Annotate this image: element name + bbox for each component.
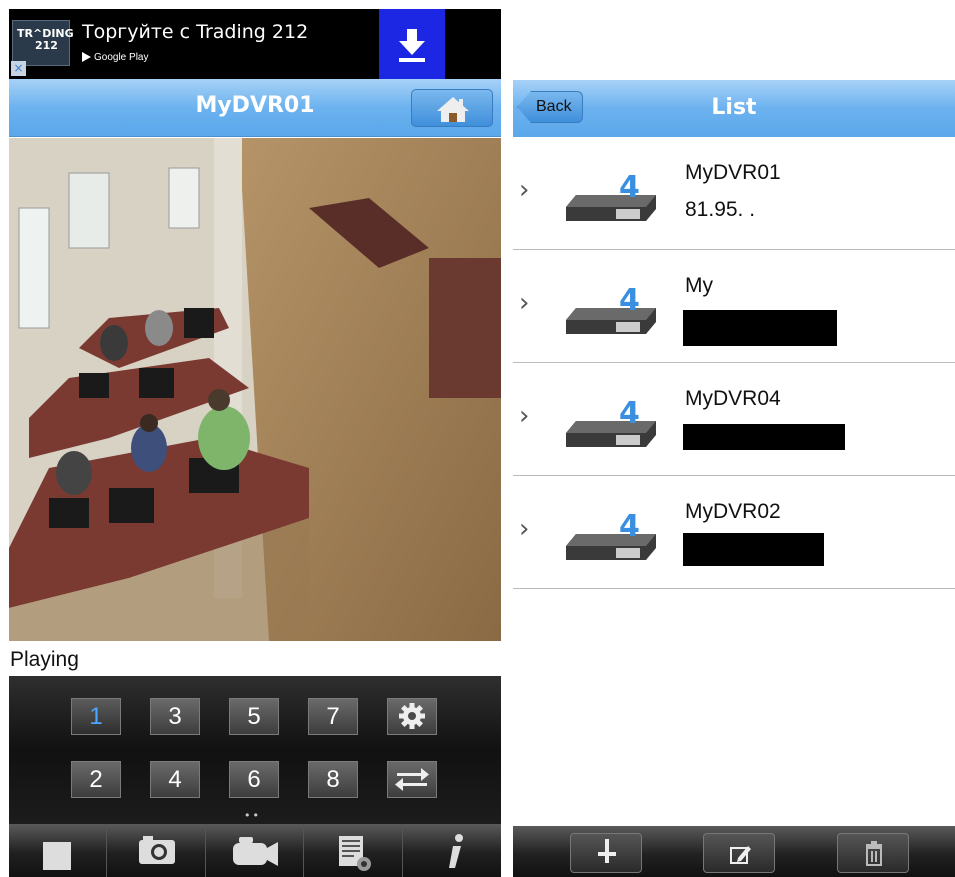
- ad-close-icon[interactable]: ×: [11, 61, 26, 76]
- settings-button[interactable]: [387, 698, 437, 735]
- channel-control-panel: 1 3 5 7 2 4 6 8 ••: [9, 676, 501, 824]
- channel-4-button[interactable]: 4: [150, 761, 200, 798]
- device-list-item[interactable]: › 4 MyDVR04: [513, 363, 955, 476]
- settings-list-icon: [339, 836, 371, 871]
- device-name: MyDVR01: [685, 161, 781, 184]
- config-list-button[interactable]: [304, 824, 403, 877]
- live-view-screen: TR^DING 212 × Торгуйте с Trading 212 Goo…: [9, 9, 501, 877]
- page-indicator: ••: [244, 809, 261, 822]
- chevron-right-icon: ›: [519, 175, 530, 205]
- playback-status: Playing: [10, 648, 79, 671]
- redacted-address: [683, 533, 824, 566]
- ad-download-button[interactable]: [379, 9, 445, 79]
- dvr-device-icon: 4: [566, 283, 656, 334]
- device-list-item[interactable]: › 4 MyDVR01 81.95. .: [513, 137, 955, 250]
- device-name: MyDVR04: [685, 387, 781, 410]
- home-icon: [437, 97, 469, 122]
- device-list-screen: Back List › 4 MyDVR01 81.95. . › 4 My ›: [513, 80, 955, 877]
- home-button[interactable]: [411, 89, 493, 127]
- device-name: My: [685, 274, 713, 297]
- channel-1-button[interactable]: 1: [71, 698, 121, 735]
- dvr-device-icon: 4: [566, 509, 656, 560]
- gear-icon: [399, 703, 425, 729]
- record-button[interactable]: [206, 824, 304, 877]
- chevron-right-icon: ›: [519, 514, 530, 544]
- edit-device-button[interactable]: [703, 833, 775, 873]
- swap-button[interactable]: [387, 761, 437, 798]
- trading212-logo: TR^DING 212: [12, 20, 74, 66]
- svg-text:4: 4: [619, 396, 640, 431]
- redacted-address: [683, 310, 837, 346]
- channel-6-button[interactable]: 6: [229, 761, 279, 798]
- dvr-device-icon: 4: [566, 396, 656, 447]
- camera-icon: [139, 836, 175, 864]
- device-address: 81.95. .: [685, 198, 756, 221]
- snapshot-button[interactable]: [107, 824, 206, 877]
- delete-device-button[interactable]: [837, 833, 909, 873]
- info-button[interactable]: [403, 824, 501, 877]
- plus-icon: [598, 839, 616, 863]
- live-view-toolbar: [9, 824, 501, 877]
- device-list-item[interactable]: › 4 My: [513, 250, 955, 363]
- download-icon: [399, 29, 425, 62]
- channel-2-button[interactable]: 2: [71, 761, 121, 798]
- svg-text:4: 4: [619, 509, 640, 544]
- channel-5-button[interactable]: 5: [229, 698, 279, 735]
- svg-text:4: 4: [619, 283, 640, 318]
- page-title: List: [711, 95, 757, 120]
- channel-7-button[interactable]: 7: [308, 698, 358, 735]
- ad-title: Торгуйте с Trading 212: [82, 21, 309, 43]
- device-name: MyDVR02: [685, 500, 781, 523]
- device-list-item[interactable]: › 4 MyDVR02: [513, 476, 955, 589]
- chevron-right-icon: ›: [519, 288, 530, 318]
- stop-icon: [43, 842, 71, 870]
- trash-icon: [866, 841, 882, 866]
- info-icon: [449, 834, 463, 868]
- video-camera-icon: [233, 837, 278, 866]
- channel-8-button[interactable]: 8: [308, 761, 358, 798]
- device-list-toolbar: [513, 826, 955, 877]
- chevron-right-icon: ›: [519, 401, 530, 431]
- stop-button[interactable]: [9, 824, 107, 877]
- redacted-address: [683, 424, 845, 450]
- google-play-badge: Google Play: [82, 52, 148, 63]
- channel-3-button[interactable]: 3: [150, 698, 200, 735]
- swap-icon: [395, 768, 429, 791]
- add-device-button[interactable]: [570, 833, 642, 873]
- dvr-device-icon: 4: [566, 170, 656, 221]
- camera-video-feed[interactable]: [9, 138, 501, 641]
- ad-banner[interactable]: TR^DING 212 × Торгуйте с Trading 212 Goo…: [9, 9, 501, 79]
- device-list-navbar: Back List: [513, 80, 955, 137]
- svg-text:4: 4: [619, 170, 640, 205]
- edit-icon: [730, 846, 751, 864]
- live-view-navbar: MyDVR01: [9, 79, 501, 137]
